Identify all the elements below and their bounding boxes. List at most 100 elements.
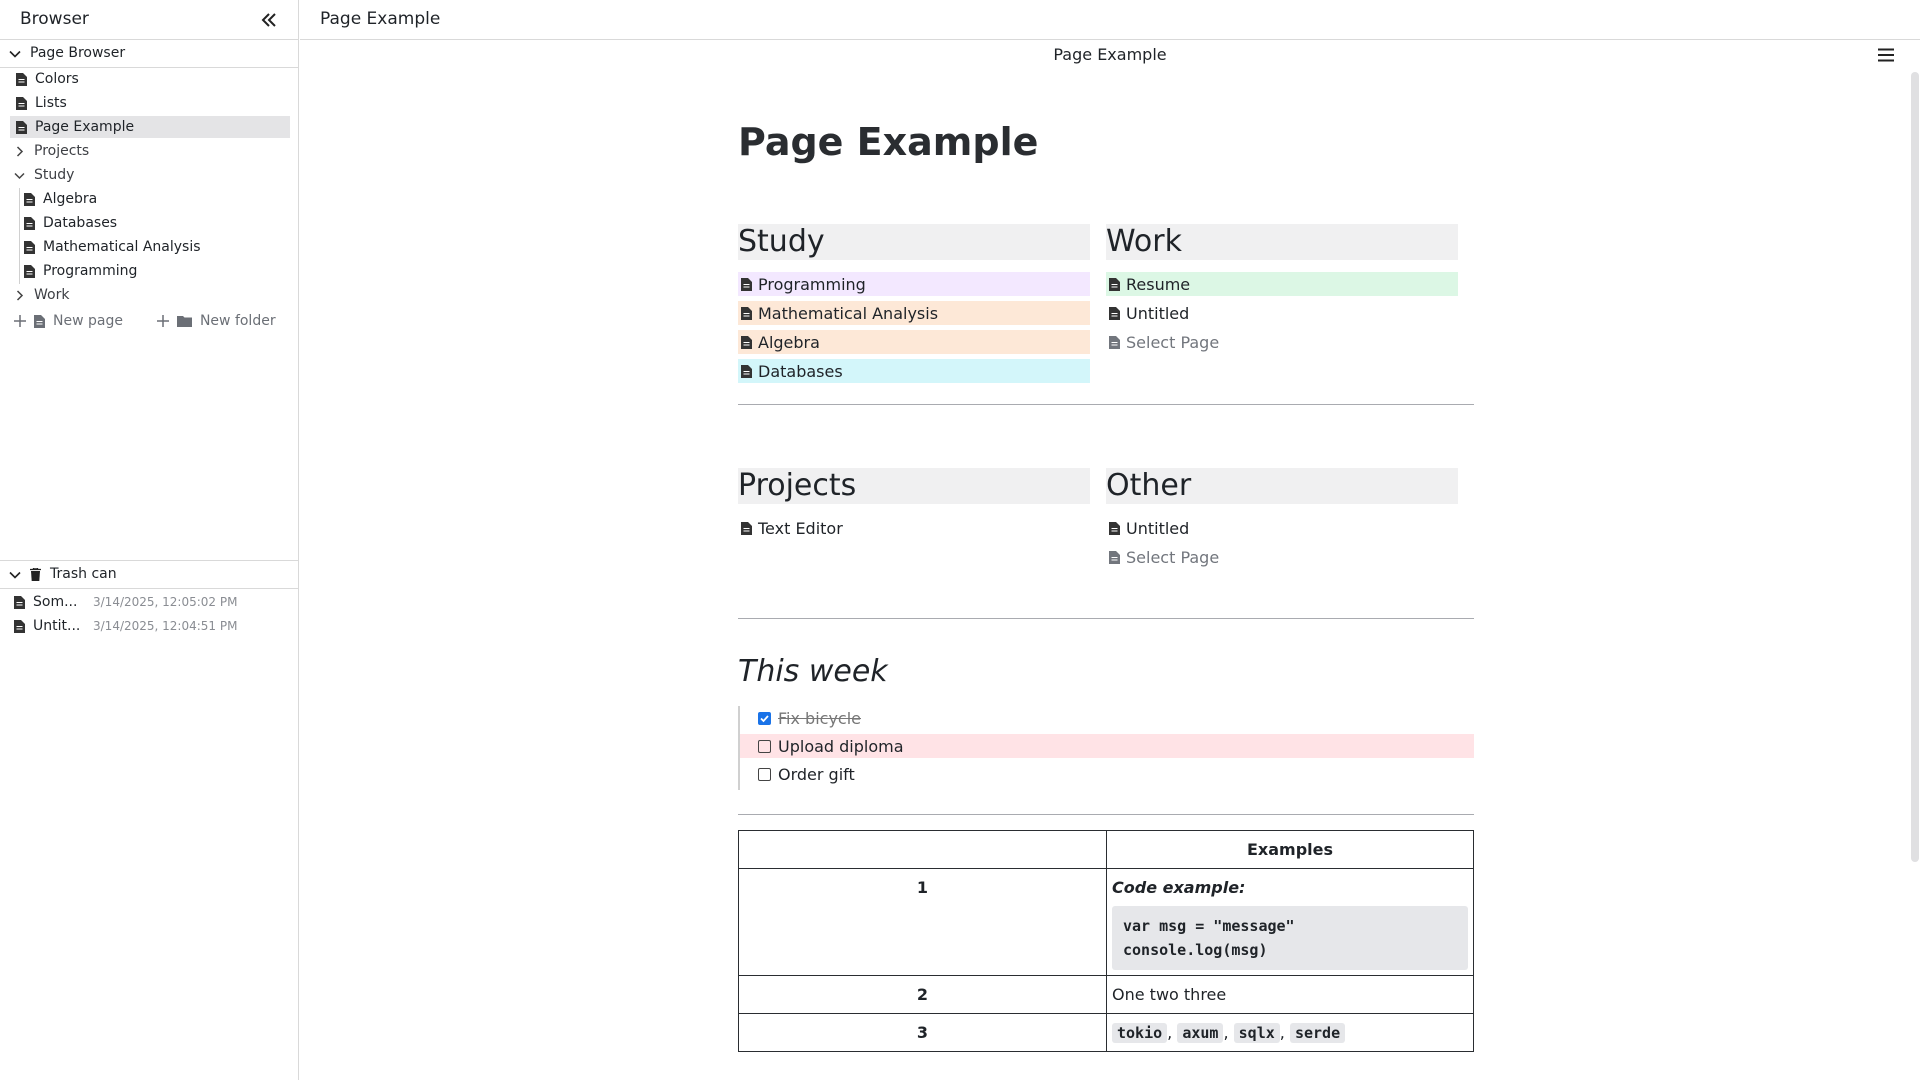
- trash-toggle[interactable]: Trash can: [0, 561, 299, 589]
- page-link-untitled[interactable]: Untitled: [1106, 516, 1458, 540]
- divider: [738, 404, 1474, 405]
- examples-table: Examples 1 Code example: var msg = "mess…: [738, 830, 1474, 1052]
- panel-title: Work: [1106, 224, 1458, 260]
- select-page-button[interactable]: Select Page: [1106, 330, 1458, 354]
- select-page-button[interactable]: Select Page: [1106, 545, 1458, 569]
- sidebar-folder-projects[interactable]: Projects: [10, 140, 290, 162]
- chip-separator: ,: [1223, 1023, 1229, 1042]
- task-checkbox[interactable]: [758, 767, 771, 781]
- sidebar-item-label: Page Example: [35, 119, 135, 135]
- page-link-label: Text Editor: [758, 518, 843, 538]
- plus-icon: [14, 315, 26, 327]
- task-item: Fix bicycle: [740, 706, 1474, 730]
- page-link-resume[interactable]: Resume: [1106, 272, 1458, 296]
- sidebar-item-mathematical-analysis[interactable]: Mathematical Analysis: [24, 236, 290, 258]
- page-link-label: Databases: [758, 361, 843, 381]
- sidebar-item-lists[interactable]: Lists: [10, 92, 290, 114]
- trash-icon: [30, 568, 41, 581]
- divider: [738, 618, 1474, 619]
- chip-separator: ,: [1279, 1023, 1285, 1042]
- chip-separator: ,: [1167, 1023, 1173, 1042]
- trash-label: Trash can: [50, 566, 117, 582]
- sidebar-folder-label: Projects: [34, 143, 90, 159]
- sidebar-item-colors[interactable]: Colors: [10, 68, 290, 90]
- hamburger-menu-icon[interactable]: [1878, 48, 1894, 62]
- table-header-cell: Examples: [1106, 830, 1474, 869]
- select-page-label: Select Page: [1126, 547, 1220, 567]
- new-page-button[interactable]: New page: [14, 313, 123, 329]
- file-icon: [741, 335, 752, 349]
- plus-icon: [156, 315, 169, 327]
- scrollbar-thumb[interactable]: [1911, 72, 1919, 862]
- code-chip: tokio: [1112, 1023, 1168, 1043]
- table-row: 1 Code example: var msg = "message" conso…: [738, 868, 1474, 976]
- topbar-title: Page Example: [320, 9, 441, 29]
- table-cell: Code example: var msg = "message" console…: [1106, 868, 1474, 976]
- page-link-databases[interactable]: Databases: [738, 359, 1090, 383]
- file-icon: [741, 277, 752, 291]
- row-number: 3: [738, 1013, 1107, 1052]
- new-folder-button[interactable]: New folder: [156, 313, 276, 329]
- sidebar-item-label: Algebra: [43, 191, 98, 207]
- code-line: console.log(msg): [1123, 941, 1268, 959]
- sidebar-item-page-example[interactable]: Page Example: [10, 116, 290, 138]
- panel-title: Other: [1106, 468, 1458, 504]
- sidebar-folder-label: Study: [34, 167, 75, 183]
- page-browser-toggle[interactable]: Page Browser: [0, 40, 298, 68]
- file-icon: [14, 619, 25, 633]
- page-link-label: Mathematical Analysis: [758, 303, 939, 323]
- task-label: Order gift: [778, 764, 855, 784]
- file-icon: [741, 306, 752, 320]
- file-icon: [24, 264, 35, 278]
- sidebar-item-algebra[interactable]: Algebra: [24, 188, 290, 210]
- sidebar-item-databases[interactable]: Databases: [24, 212, 290, 234]
- file-icon: [1109, 335, 1120, 349]
- document-header-title: Page Example: [1053, 45, 1167, 64]
- sidebar-item-label: Lists: [35, 95, 67, 111]
- chevron-down-icon: [9, 571, 21, 579]
- sidebar-title: Browser: [20, 9, 89, 29]
- panel-title: Study: [738, 224, 1090, 260]
- divider: [738, 814, 1474, 815]
- page-browser-label: Page Browser: [30, 45, 126, 61]
- trash-section: Trash can Som... 3/14/2025, 12:05:02 PM …: [0, 560, 299, 634]
- task-checklist: Fix bicycle Upload diploma Order gift: [738, 706, 1474, 790]
- sidebar-item-programming[interactable]: Programming: [24, 260, 290, 282]
- panel-other: Other Untitled Select Page: [1106, 468, 1458, 569]
- file-icon: [16, 72, 27, 86]
- sidebar-folder-work[interactable]: Work: [10, 284, 290, 306]
- trash-item[interactable]: Som... 3/14/2025, 12:05:02 PM: [14, 591, 237, 613]
- task-checkbox[interactable]: [758, 739, 771, 753]
- trash-item[interactable]: Untit... 3/14/2025, 12:04:51 PM: [14, 615, 237, 637]
- page-link-untitled[interactable]: Untitled: [1106, 301, 1458, 325]
- page-link-mathematical-analysis[interactable]: Mathematical Analysis: [738, 301, 1090, 325]
- select-page-label: Select Page: [1126, 332, 1220, 352]
- tree-guide-line: [19, 188, 20, 284]
- panel-projects: Projects Text Editor: [738, 468, 1090, 540]
- page-link-text-editor[interactable]: Text Editor: [738, 516, 1090, 540]
- table-cell: One two three: [1106, 975, 1474, 1014]
- sidebar-folder-study[interactable]: Study: [10, 164, 290, 186]
- file-icon: [24, 192, 35, 206]
- row-number: 2: [738, 975, 1107, 1014]
- file-icon: [741, 364, 752, 378]
- task-checkbox-checked[interactable]: [758, 711, 771, 725]
- file-icon: [24, 216, 35, 230]
- page-link-label: Algebra: [758, 332, 820, 352]
- table-row: 3 tokio, axum, sqlx, serde: [738, 1013, 1474, 1052]
- page-link-programming[interactable]: Programming: [738, 272, 1090, 296]
- code-line: var msg = "message": [1123, 917, 1295, 935]
- page-link-label: Untitled: [1126, 518, 1190, 538]
- collapse-sidebar-icon[interactable]: [260, 11, 278, 29]
- page-link-label: Untitled: [1126, 303, 1190, 323]
- page-link-algebra[interactable]: Algebra: [738, 330, 1090, 354]
- file-icon: [1109, 521, 1120, 535]
- checkmark-icon: [760, 714, 769, 722]
- task-label: Upload diploma: [778, 736, 904, 756]
- file-icon: [1109, 550, 1120, 564]
- chevron-right-icon: [16, 145, 24, 157]
- sidebar-actions: New page New folder: [14, 313, 276, 329]
- task-item: Order gift: [740, 762, 1474, 786]
- code-block: var msg = "message" console.log(msg): [1112, 906, 1468, 970]
- table-row: 2 One two three: [738, 975, 1474, 1014]
